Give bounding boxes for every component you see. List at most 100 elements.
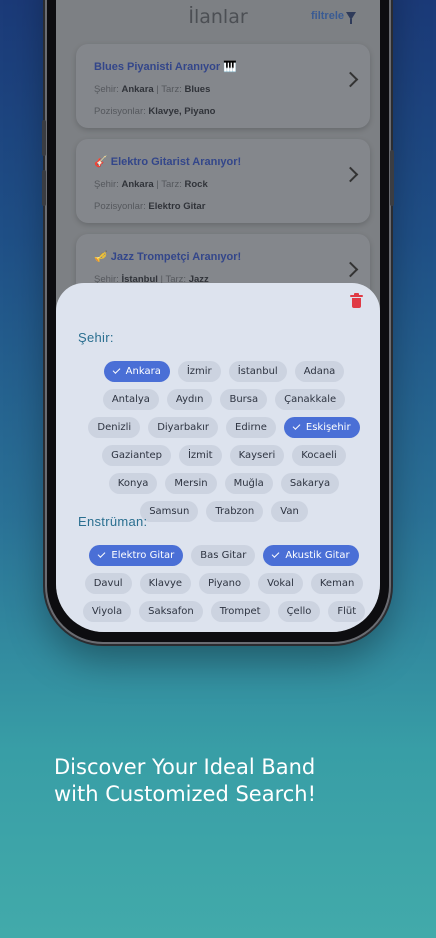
funnel-icon (346, 12, 356, 24)
city-chip-label: Diyarbakır (157, 422, 209, 433)
chevron-right-icon (342, 261, 359, 278)
city-chip[interactable]: Eskişehir (283, 417, 360, 438)
listing-city-genre: Şehir: Ankara | Tarz: Blues (94, 84, 211, 95)
instrument-chip-label: Akustik Gitar (285, 550, 350, 561)
city-chip-label: İzmit (187, 450, 213, 461)
instrument-chip-label: Viyola (91, 606, 123, 617)
city-chip-label: Samsun (149, 506, 190, 517)
instrument-chip[interactable]: Bas Gitar (191, 545, 256, 566)
city-chip[interactable]: Antalya (102, 389, 159, 410)
instrument-chip[interactable]: Keman (310, 573, 364, 594)
city-chip[interactable]: Muğla (224, 473, 273, 494)
city-chip-label: Edirne (235, 422, 267, 433)
trash-icon[interactable] (350, 293, 363, 308)
city-chip[interactable]: Samsun (140, 501, 199, 522)
city-chip[interactable]: Mersin (165, 473, 217, 494)
phone-side-button (42, 120, 46, 156)
instrument-chip[interactable]: Klavye (139, 573, 192, 594)
app-screen: İlanlar filtrele Blues Piyanisti Aranıyo… (56, 0, 380, 632)
listing-title: 🎺 Jazz Trompetçi Aranıyor! (94, 251, 242, 263)
city-chip-label: Denizli (97, 422, 132, 433)
phone-side-button (42, 170, 46, 206)
instrument-chip[interactable]: Davul (84, 573, 132, 594)
check-icon (292, 422, 301, 430)
instrument-chip[interactable]: Elektro Gitar (89, 545, 184, 566)
city-chip-label: Çanakkale (284, 394, 337, 405)
city-chip-group: Ankara İzmir İstanbul Adana Antalya Aydın Burs… (76, 361, 372, 522)
instrument-chip-label: Piyano (208, 578, 242, 589)
city-section-title: Şehir: (78, 330, 114, 345)
city-chip-label: Bursa (229, 394, 259, 405)
listing-title: 🎸 Elektro Gitarist Aranıyor! (94, 156, 242, 168)
city-chip-label: Van (280, 506, 299, 517)
filter-sheet: Şehir: Ankara İzmir İstanbul Adana Antalya Ay… (56, 283, 380, 632)
filter-button[interactable]: filtrele (310, 10, 356, 24)
listing-city-genre: Şehir: Ankara | Tarz: Rock (94, 179, 208, 190)
city-chip-label: Mersin (174, 478, 208, 489)
filter-label: filtrele (310, 10, 344, 22)
city-chip[interactable]: Bursa (220, 389, 268, 410)
city-chip-label: Trabzon (215, 506, 255, 517)
instrument-chip-label: Vokal (267, 578, 294, 589)
instrument-chip-label: Bas Gitar (200, 550, 247, 561)
city-chip[interactable]: İzmir (177, 361, 221, 382)
city-chip[interactable]: Sakarya (280, 473, 340, 494)
chevron-right-icon (342, 166, 359, 183)
listing-card[interactable]: 🎸 Elektro Gitarist Aranıyor! Şehir: Anka… (76, 139, 370, 223)
instrument-chip[interactable]: Saksafon (139, 601, 203, 622)
city-chip-label: Adana (303, 366, 336, 377)
city-chip[interactable]: İzmit (178, 445, 222, 466)
headline-line: with Customized Search! (54, 782, 317, 806)
instrument-chip-label: Elektro Gitar (111, 550, 175, 561)
instrument-section-title: Enstrüman: (78, 514, 148, 529)
phone-mockup: İlanlar filtrele Blues Piyanisti Aranıyo… (42, 0, 394, 642)
instrument-chip-label: Çello (286, 606, 312, 617)
city-chip[interactable]: Kocaeli (292, 445, 346, 466)
headline-line: Discover Your Ideal Band (54, 755, 316, 779)
promo-headline: Discover Your Ideal Band with Customized… (54, 754, 394, 808)
instrument-chip[interactable]: Vokal (258, 573, 303, 594)
instrument-chip-label: Saksafon (148, 606, 194, 617)
check-icon (98, 550, 106, 558)
city-chip[interactable]: Diyarbakır (148, 417, 218, 438)
instrument-chip-label: Davul (93, 578, 123, 589)
city-chip[interactable]: Adana (294, 361, 345, 382)
instrument-chip-group: Elektro Gitar Bas Gitar Akustik Gitar Davul… (76, 545, 372, 622)
city-chip[interactable]: Trabzon (206, 501, 264, 522)
city-chip-label: Ankara (125, 366, 161, 377)
city-chip[interactable]: Van (271, 501, 308, 522)
listings-topbar: İlanlar filtrele (56, 0, 380, 36)
city-chip[interactable]: Edirne (226, 417, 276, 438)
city-chip[interactable]: Konya (108, 473, 158, 494)
city-chip-label: Gaziantep (111, 450, 162, 461)
city-chip-label: Sakarya (289, 478, 331, 489)
instrument-chip[interactable]: Çello (277, 601, 321, 622)
instrument-chip-label: Keman (319, 578, 355, 589)
chevron-right-icon (342, 71, 359, 88)
city-chip[interactable]: Kayseri (229, 445, 285, 466)
instrument-chip[interactable]: Trompet (210, 601, 270, 622)
city-chip-label: Konya (117, 478, 149, 489)
instrument-chip[interactable]: Akustik Gitar (263, 545, 359, 566)
instrument-chip[interactable]: Viyola (82, 601, 132, 622)
listing-card[interactable]: Blues Piyanisti Aranıyor 🎹 Şehir: Ankara… (76, 44, 370, 128)
check-icon (271, 550, 280, 558)
city-chip[interactable]: Denizli (88, 417, 141, 438)
city-chip[interactable]: Çanakkale (275, 389, 346, 410)
city-chip[interactable]: Aydın (166, 389, 213, 410)
instrument-chip-label: Flüt (337, 606, 357, 617)
city-chip-label: Kocaeli (301, 450, 337, 461)
city-chip-label: Eskişehir (305, 422, 351, 433)
city-chip-label: Antalya (111, 394, 150, 405)
city-chip-label: Kayseri (238, 450, 276, 461)
city-chip[interactable]: Ankara (103, 361, 170, 382)
city-chip[interactable]: İstanbul (228, 361, 287, 382)
city-chip-label: Muğla (233, 478, 264, 489)
instrument-chip-label: Klavye (148, 578, 183, 589)
city-chip[interactable]: Gaziantep (102, 445, 171, 466)
city-chip-label: İzmir (186, 366, 212, 377)
promo-screen: İlanlar filtrele Blues Piyanisti Aranıyo… (0, 0, 436, 938)
phone-side-button (390, 150, 394, 206)
instrument-chip[interactable]: Piyano (199, 573, 251, 594)
instrument-chip[interactable]: Flüt (328, 601, 366, 622)
